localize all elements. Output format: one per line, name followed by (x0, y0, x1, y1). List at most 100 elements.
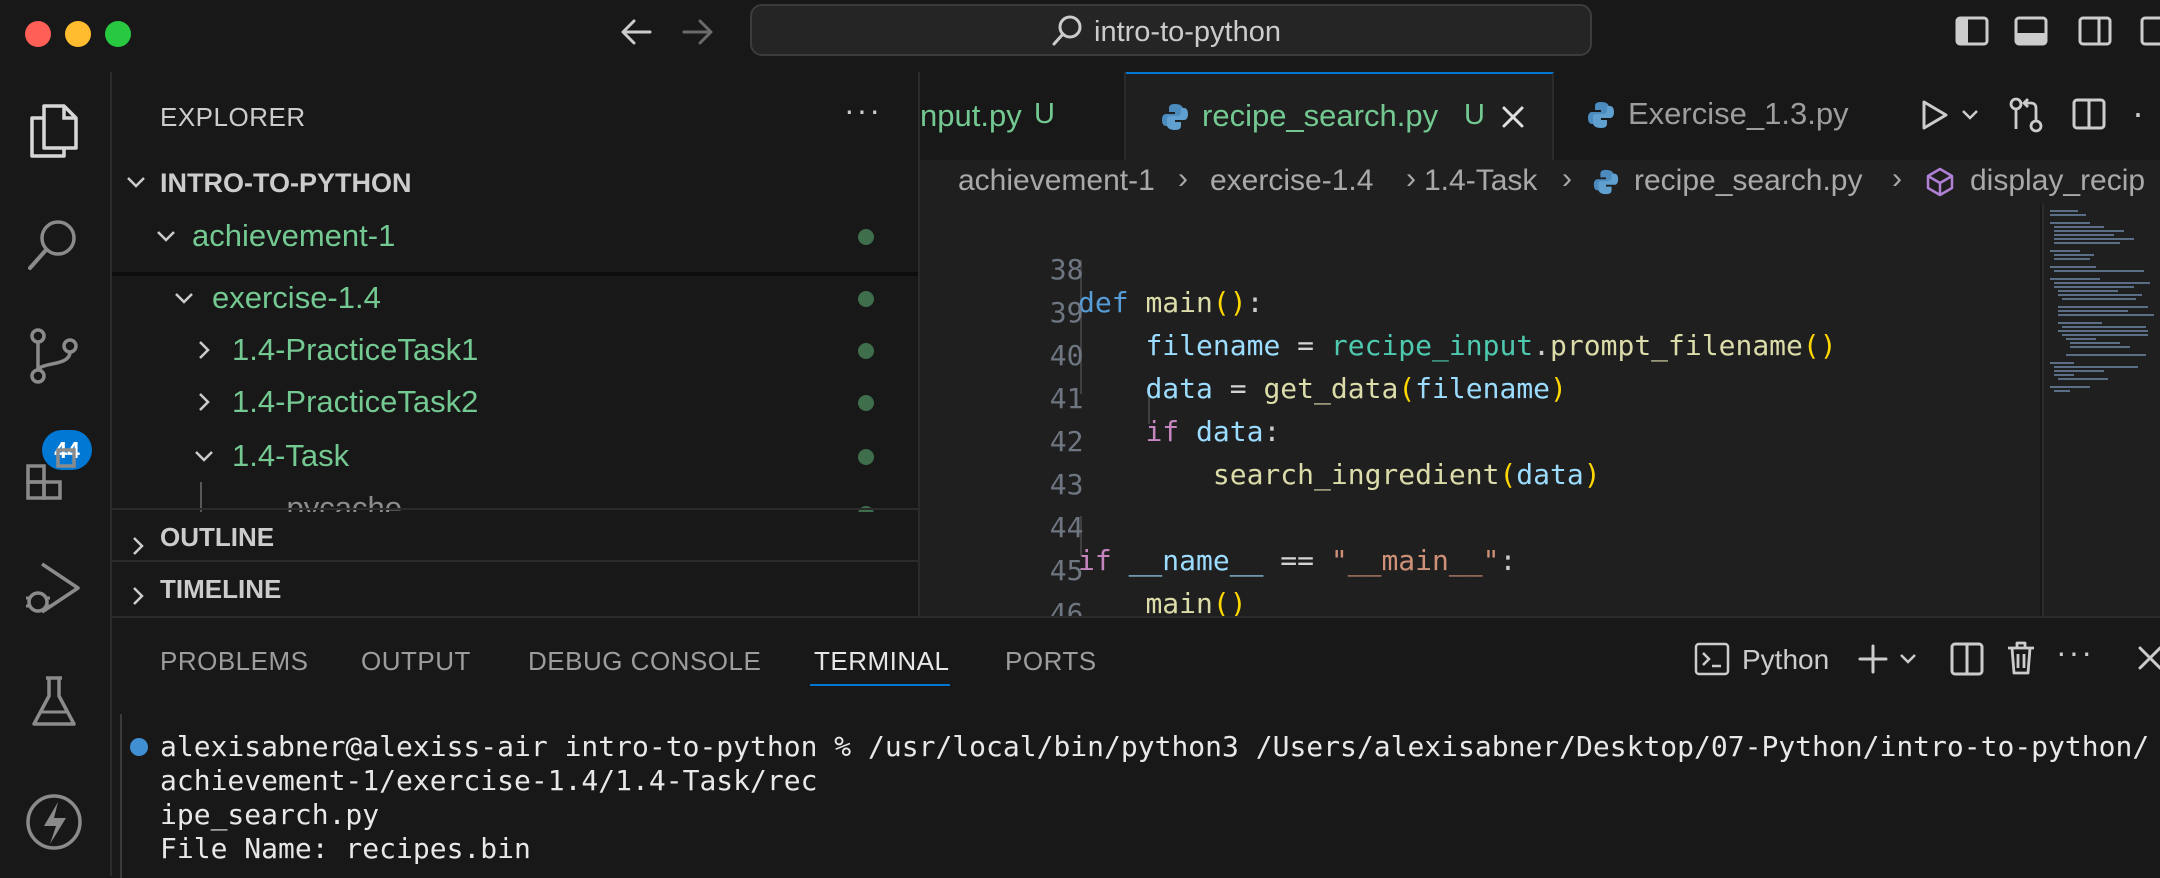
tree-item-practice-task-1[interactable]: 1.4-PracticeTask1 (232, 332, 478, 368)
editor-tab-bar: nput.py U recipe_search.py U Exercise_1.… (920, 72, 2160, 162)
tab-recipe-input[interactable]: nput.py U (920, 72, 1126, 160)
code-line: 42 search_ingredient(data) (1049, 425, 1601, 491)
testing-icon[interactable] (22, 670, 86, 734)
tree-item-practice-task-2[interactable]: 1.4-PracticeTask2 (232, 384, 478, 420)
modified-dot (858, 229, 874, 245)
timeline-section[interactable]: TIMELINE (160, 574, 281, 605)
code-line: 44 if __name__ == "__main__": (1049, 511, 1517, 577)
open-changes-icon[interactable] (2008, 96, 2044, 134)
lightning-icon[interactable] (22, 790, 86, 854)
chevron-down-icon (192, 444, 216, 468)
code-line: 38 def main(): (1049, 253, 1264, 319)
terminal-icon (1694, 642, 1730, 676)
breadcrumb-separator-icon: › (1178, 162, 1188, 195)
chevron-down-icon[interactable] (1960, 108, 1980, 122)
chevron-down-icon (154, 224, 178, 248)
python-file-icon (1592, 168, 1620, 196)
run-python-file-icon[interactable] (1918, 98, 1950, 132)
terminal-shell-label[interactable]: Python (1742, 644, 1829, 676)
forward-arrow-icon[interactable] (680, 14, 716, 50)
terminal-line: ipe_search.py (160, 798, 380, 831)
minimize-window-button[interactable] (65, 21, 91, 47)
new-terminal-icon[interactable] (1856, 642, 1890, 676)
section-divider (112, 508, 918, 510)
chevron-down-icon (172, 286, 196, 310)
active-tab-indicator (810, 684, 950, 686)
tab-terminal[interactable]: TERMINAL (814, 646, 949, 677)
section-divider (112, 560, 918, 562)
breadcrumb-item[interactable]: exercise-1.4 (1210, 164, 1373, 198)
outline-section[interactable]: OUTLINE (160, 522, 274, 553)
minimap[interactable] (2042, 204, 2160, 616)
chevron-right-icon (192, 338, 216, 362)
toggle-secondary-sidebar-icon[interactable] (2078, 16, 2112, 46)
code-line: 39 filename = recipe_input.prompt_filena… (1049, 296, 1837, 362)
split-terminal-icon[interactable] (1950, 642, 1984, 676)
method-cube-icon (1924, 166, 1956, 198)
tab-debug-console[interactable]: DEBUG CONSOLE (528, 646, 761, 677)
activity-bar: 44 (0, 72, 112, 876)
more-actions-icon[interactable]: ··· (844, 92, 882, 129)
maximize-window-button[interactable] (105, 21, 131, 47)
terminal-line: achievement-1/exercise-1.4/1.4-Task/rec (160, 764, 818, 797)
tree-item-1-4-task[interactable]: 1.4-Task (232, 438, 349, 474)
tab-exercise-1-3[interactable]: Exercise_1.3.py (1554, 72, 1854, 160)
editor-more-icon[interactable]: · (2132, 92, 2144, 134)
close-window-button[interactable] (25, 21, 51, 47)
tab-label: nput.py (920, 98, 1022, 133)
tab-recipe-search[interactable]: recipe_search.py U (1126, 72, 1554, 162)
run-and-debug-icon[interactable] (22, 556, 86, 620)
tab-problems[interactable]: PROBLEMS (160, 646, 309, 677)
breadcrumb: achievement-1 › exercise-1.4 › 1.4-Task … (920, 160, 2160, 204)
chevron-right-icon (126, 534, 150, 558)
breadcrumb-item[interactable]: recipe_search.py (1634, 164, 1862, 198)
modified-dot (858, 449, 874, 465)
tab-status: U (1464, 99, 1485, 131)
chevron-right-icon (126, 584, 150, 608)
breadcrumb-separator-icon: › (1562, 162, 1572, 195)
breadcrumb-item[interactable]: display_recip (1970, 164, 2145, 198)
panel-more-icon[interactable]: ··· (2056, 634, 2094, 671)
tree-item-achievement-1[interactable]: achievement-1 (192, 218, 395, 254)
sticky-scroll-shadow (112, 272, 918, 276)
bottom-panel: PROBLEMS OUTPUT DEBUG CONSOLE TERMINAL P… (112, 616, 2160, 878)
customize-layout-icon[interactable] (2140, 16, 2160, 46)
search-label: intro-to-python (1094, 16, 1281, 48)
toggle-panel-icon[interactable] (2014, 16, 2048, 46)
extensions-icon[interactable] (22, 442, 86, 506)
source-control-icon[interactable] (22, 324, 86, 388)
chevron-right-icon (192, 390, 216, 414)
split-editor-icon[interactable] (2072, 98, 2106, 130)
chevron-down-icon[interactable] (1898, 652, 1918, 666)
python-file-icon (1160, 102, 1190, 132)
command-center-search[interactable]: intro-to-python (750, 4, 1592, 56)
search-view-icon[interactable] (22, 212, 86, 276)
code-line: 46 (1049, 597, 1084, 630)
search-icon (1050, 14, 1084, 48)
back-arrow-icon[interactable] (618, 14, 654, 50)
terminal-line: File Name: recipes.bin (160, 832, 531, 865)
breadcrumb-separator-icon: › (1892, 162, 1902, 195)
explorer-icon[interactable] (22, 98, 86, 162)
tab-output[interactable]: OUTPUT (361, 646, 471, 677)
trash-icon[interactable] (2006, 640, 2036, 676)
title-bar: intro-to-python (0, 0, 2160, 74)
code-editor[interactable]: 38 def main(): 39 filename = recipe_inpu… (920, 204, 2040, 630)
breadcrumb-item[interactable]: 1.4-Task (1424, 164, 1537, 198)
tab-label: Exercise_1.3.py (1628, 96, 1849, 131)
chevron-down-icon (124, 170, 148, 194)
tree-item-exercise-1-4[interactable]: exercise-1.4 (212, 280, 381, 316)
close-tab-icon[interactable] (1500, 104, 1526, 130)
command-decoration-dot[interactable] (130, 738, 148, 756)
terminal-gutter (120, 714, 122, 878)
toggle-primary-sidebar-icon[interactable] (1955, 16, 1989, 46)
breadcrumb-item[interactable]: achievement-1 (958, 164, 1155, 198)
close-panel-icon[interactable] (2136, 644, 2160, 672)
code-line: 45 main() (1049, 554, 1247, 620)
modified-dot (858, 395, 874, 411)
workspace-root[interactable]: INTRO-TO-PYTHON (160, 168, 412, 199)
explorer-sidebar: EXPLORER ··· INTRO-TO-PYTHON achievement… (112, 72, 920, 616)
python-file-icon (1586, 100, 1616, 130)
code-line: 43 (1049, 468, 1084, 501)
tab-ports[interactable]: PORTS (1005, 646, 1097, 677)
